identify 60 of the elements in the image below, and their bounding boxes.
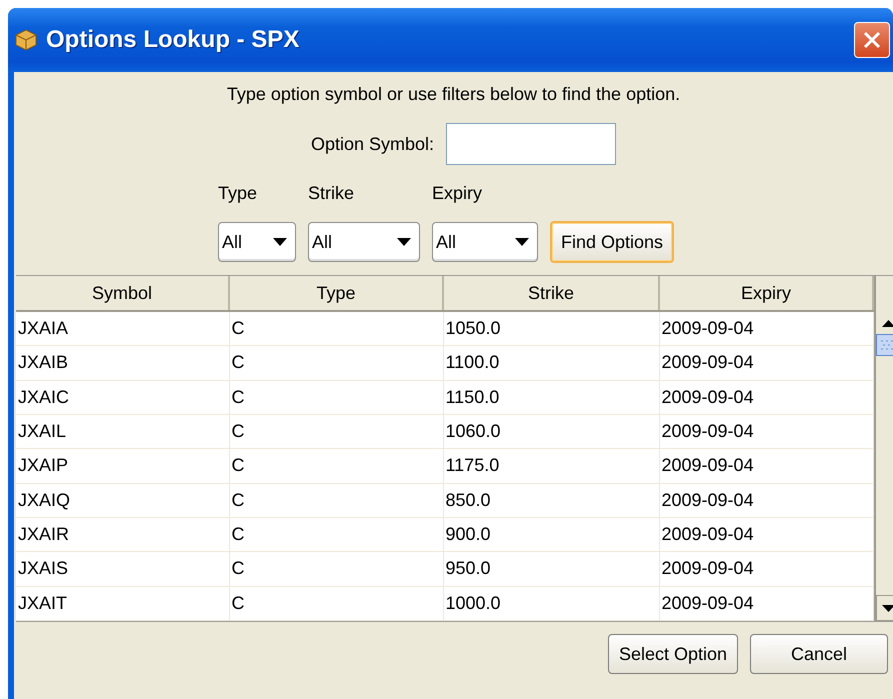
table-cell: C bbox=[229, 311, 443, 346]
find-options-button[interactable]: Find Options bbox=[550, 221, 674, 263]
table-cell: 950.0 bbox=[443, 552, 659, 586]
table-cell: JXAIC bbox=[16, 380, 229, 414]
table-cell: 2009-09-04 bbox=[659, 552, 873, 586]
table-cell: C bbox=[229, 517, 443, 552]
table-cell: JXAIL bbox=[16, 414, 229, 449]
table-cell: C bbox=[229, 414, 443, 449]
table-cell: C bbox=[229, 448, 443, 484]
cancel-button[interactable]: Cancel bbox=[750, 634, 888, 674]
table-cell: JXAIP bbox=[16, 448, 229, 484]
table-cell: 2009-09-04 bbox=[659, 517, 873, 552]
table-cell: JXAIS bbox=[16, 552, 229, 586]
filter-dropdown[interactable]: All bbox=[432, 222, 538, 262]
column-header[interactable]: Symbol bbox=[16, 276, 229, 311]
table-cell: JXAIB bbox=[16, 346, 229, 380]
field-label: Option Symbol: bbox=[310, 134, 434, 154]
window-title: Options Lookup - SPX bbox=[46, 26, 300, 54]
table-cell: 850.0 bbox=[443, 483, 659, 518]
table-cell: 900.0 bbox=[443, 517, 659, 552]
table-cell: C bbox=[229, 552, 443, 586]
column-header[interactable]: Expiry bbox=[659, 276, 873, 311]
dropdown-arrow-icon bbox=[273, 238, 287, 246]
option-symbol-field[interactable] bbox=[446, 123, 616, 165]
filter-label: Expiry bbox=[432, 183, 484, 204]
table-cell: 1050.0 bbox=[443, 311, 659, 346]
filter-label: Type bbox=[218, 183, 258, 204]
table-cell: 1150.0 bbox=[443, 380, 659, 414]
table-cell: JXAIR bbox=[16, 517, 229, 552]
table-cell: C bbox=[229, 380, 443, 414]
table-cell: JXAIA bbox=[16, 311, 229, 346]
dropdown-arrow-icon bbox=[515, 238, 529, 246]
table-cell: 1000.0 bbox=[443, 586, 659, 620]
dropdown-arrow-icon bbox=[397, 238, 411, 246]
table-cell: C bbox=[229, 586, 443, 620]
table-cell: 2009-09-04 bbox=[659, 311, 873, 346]
column-header[interactable]: Strike bbox=[443, 276, 659, 311]
table-cell: 2009-09-04 bbox=[659, 380, 873, 414]
table-cell: JXAIQ bbox=[16, 483, 229, 518]
table-cell: 1100.0 bbox=[443, 346, 659, 380]
table-cell: 2009-09-04 bbox=[659, 586, 873, 620]
box-icon bbox=[14, 28, 38, 52]
instruction-text: Type option symbol or use filters below to find the option. bbox=[226, 84, 680, 105]
filter-dropdown[interactable]: All bbox=[308, 222, 420, 262]
scroll-bar[interactable] bbox=[874, 276, 893, 621]
select-option-button[interactable]: Select Option bbox=[608, 634, 738, 674]
table-cell: 2009-09-04 bbox=[659, 483, 873, 518]
table-cell: C bbox=[229, 483, 443, 518]
table-cell: 2009-09-04 bbox=[659, 346, 873, 380]
filter-dropdown[interactable]: All bbox=[218, 222, 296, 262]
table-cell: JXAIT bbox=[16, 586, 229, 620]
table-cell: 1175.0 bbox=[443, 448, 659, 484]
table-cell: C bbox=[229, 346, 443, 380]
table-cell: 2009-09-04 bbox=[659, 448, 873, 484]
close-icon bbox=[862, 30, 882, 50]
table-cell: 2009-09-04 bbox=[659, 414, 873, 449]
filter-label: Strike bbox=[308, 183, 356, 204]
column-header[interactable]: Type bbox=[229, 276, 443, 311]
table-cell: 1060.0 bbox=[443, 414, 659, 449]
close-button[interactable] bbox=[854, 22, 890, 58]
